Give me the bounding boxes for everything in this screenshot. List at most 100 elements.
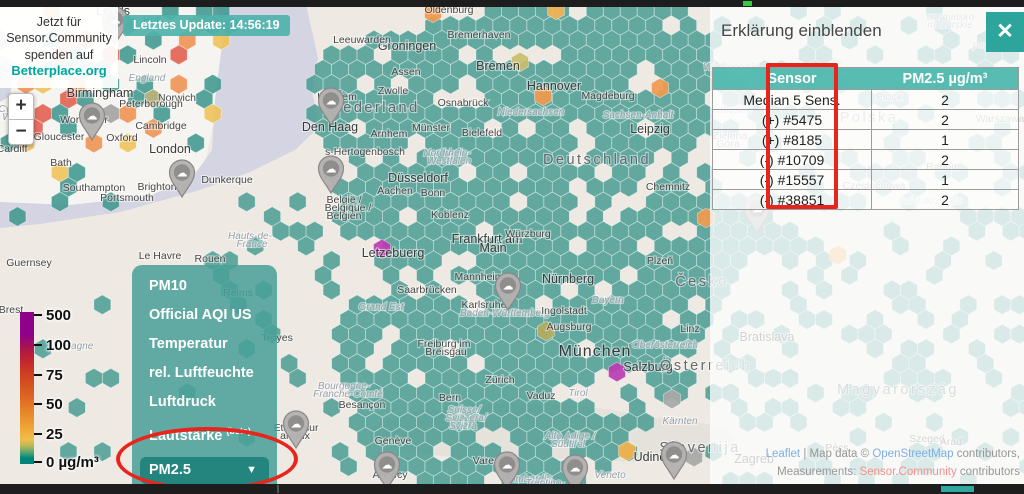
map-label: Linz	[680, 323, 699, 335]
map-label: Letzebuerg	[362, 246, 425, 260]
map-label: Peterborough	[119, 98, 183, 110]
map-label: Deutschland	[543, 152, 651, 168]
map-label: Gloucester	[34, 131, 85, 143]
browser-chrome-top	[0, 0, 1024, 7]
map-label: Sachsen-Anhalt	[603, 110, 675, 121]
last-update-badge: Letztes Update: 14:56:19	[123, 15, 290, 36]
map-label: Bremerhaven	[447, 29, 510, 41]
cloud-icon: ☁	[326, 164, 337, 176]
attribution-link[interactable]: Leaflet	[766, 448, 801, 460]
map-label: Baden-Württemberg	[460, 308, 550, 319]
map-attribution: Leaflet | Map data © OpenStreetMap contr…	[766, 446, 1020, 482]
caret-down-icon: ▼	[246, 464, 257, 476]
map-label: Bonn	[421, 187, 446, 199]
cloud-icon: ☁	[326, 96, 337, 108]
map-label: Hannover	[527, 79, 581, 93]
map-zoom-control: + −	[8, 93, 34, 145]
table-row: (-) #155571	[713, 170, 1019, 190]
map-label: Bayern	[592, 295, 624, 306]
map-label: Oxford	[106, 132, 138, 144]
map-label: Südtirol	[551, 439, 586, 450]
map-label: s-Hertogenbosch	[325, 146, 405, 158]
betterplace-link[interactable]: Betterplace.org	[2, 63, 116, 80]
map-label: London	[149, 142, 191, 156]
map-label: Kärnten	[662, 416, 697, 427]
donation-line: spenden auf	[2, 47, 116, 63]
legend-tick: 500	[34, 308, 71, 322]
cloud-icon: ☁	[291, 419, 302, 431]
map-label: Cambridge	[135, 120, 187, 132]
sensor-table-body: Median 5 Sens.2(+) #54752(+) #81851(-) #…	[713, 90, 1019, 210]
attribution-link[interactable]: Sensor.Community	[860, 466, 957, 478]
layer-menu: PM10 Official AQI US Temperatur rel. Luftfe…	[132, 265, 277, 494]
panel-title[interactable]: Erklärung einblenden	[721, 21, 882, 41]
map-label: Brighton	[137, 181, 176, 193]
map-label: Guernsey	[6, 257, 52, 269]
layer-menu-item-beta[interactable]: Lautstärke (beta)	[132, 423, 277, 445]
map-label: Zwolle	[378, 85, 409, 97]
map-label: Le Havre	[139, 250, 182, 262]
app-window: LeedsHullLincolnEnglandBirminghamNorwich…	[0, 0, 1024, 494]
layer-select-dropdown[interactable]: PM2.5 ▼	[140, 457, 269, 484]
cloud-icon: ☁	[177, 168, 188, 180]
table-header: PM2.5 µg/m³	[872, 68, 1019, 90]
layer-menu-item[interactable]: PM10	[132, 278, 277, 295]
map-label: Würzburg	[505, 228, 551, 240]
table-header: Sensor	[713, 68, 872, 90]
sensor-table: SensorPM2.5 µg/m³ Median 5 Sens.2(+) #54…	[712, 67, 1019, 210]
zoom-out-button[interactable]: −	[8, 119, 34, 145]
map-label: Bern	[439, 392, 461, 404]
map-label: Chemnitz	[646, 181, 690, 193]
table-row: (+) #54752	[713, 110, 1019, 130]
map-label: Dunkerque	[201, 174, 253, 186]
cloud-icon: ☁	[382, 460, 393, 472]
map-label: Grand Est	[358, 302, 404, 313]
cloud-icon: ☁	[87, 111, 98, 123]
map-label: Westfalen	[427, 156, 472, 167]
map-label: Plzeň	[647, 255, 673, 267]
map-label: Düsseldorf	[388, 171, 448, 185]
legend-gradient-bar	[20, 312, 34, 464]
map-label: Lincoln	[133, 54, 166, 66]
map-label: England	[129, 73, 166, 84]
legend-tick: 25	[34, 427, 63, 441]
layer-menu-item[interactable]: Temperatur	[132, 336, 277, 353]
zoom-in-button[interactable]: +	[8, 93, 34, 119]
table-cell: 2	[872, 150, 1019, 170]
map-label: München	[559, 343, 632, 360]
map-label: Genève	[375, 435, 412, 447]
table-cell: Median 5 Sens.	[713, 90, 872, 110]
layer-menu-item[interactable]: rel. Luftfeuchte	[132, 365, 277, 382]
table-cell: (-) #10709	[713, 150, 872, 170]
table-row: Median 5 Sens.2	[713, 90, 1019, 110]
table-cell: 1	[872, 170, 1019, 190]
close-icon[interactable]: ✕	[986, 12, 1024, 52]
attribution-line1: Leaflet | Map data © OpenStreetMap contr…	[766, 446, 1020, 464]
map-label: Nürnberg	[542, 272, 594, 286]
donation-line: Sensor.Community	[2, 30, 116, 46]
map-label: Veneto	[594, 470, 626, 481]
map-label: Niedersachsen	[498, 107, 565, 118]
table-cell: (-) #38851	[713, 190, 872, 210]
map-label: Leipzig	[630, 122, 670, 136]
explanation-panel: Erklärung einblenden ✕ SensorPM2.5 µg/m³…	[710, 7, 1024, 484]
cloud-icon: ☁	[570, 463, 581, 475]
map-label: France	[236, 239, 268, 250]
table-cell: (+) #5475	[713, 110, 872, 130]
attribution-text: Measurements:	[777, 466, 859, 478]
layer-menu-item[interactable]: Luftdruck	[132, 394, 277, 411]
layer-menu-item[interactable]: Official AQI US	[132, 307, 277, 324]
cloud-icon: ☁	[669, 450, 680, 462]
attribution-text: contributors,	[954, 448, 1020, 460]
attribution-text: contributors	[957, 466, 1020, 478]
donation-line: Jetzt für	[2, 14, 116, 30]
legend-tick: 75	[34, 368, 63, 382]
map-label: Koblenz	[431, 209, 469, 221]
table-cell: 1	[872, 130, 1019, 150]
donation-banner: Jetzt für Sensor.Community spenden auf B…	[0, 7, 118, 88]
table-row: (-) #388512	[713, 190, 1019, 210]
table-cell: 2	[872, 110, 1019, 130]
map-label: Portsmouth	[100, 192, 154, 204]
attribution-link[interactable]: OpenStreetMap	[872, 448, 953, 460]
map-label: Ingolstadt	[541, 305, 587, 317]
